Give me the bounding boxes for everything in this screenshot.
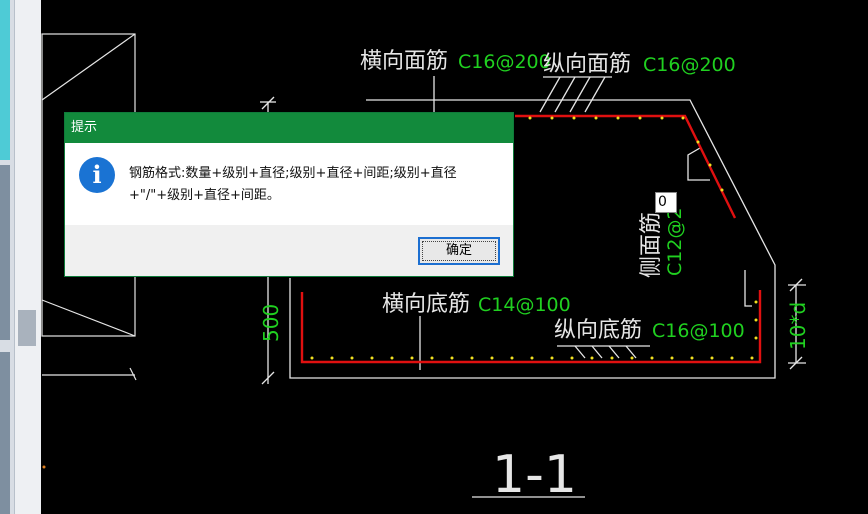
rebar-top bbox=[515, 114, 737, 219]
dialog-message-line: 钢筋格式:数量+级别+直径;级别+直径+间距;级别+直径 bbox=[129, 166, 457, 181]
dim-height-text: 500 bbox=[259, 304, 283, 342]
leader-tick bbox=[554, 76, 576, 113]
left-dim-tick bbox=[129, 367, 137, 381]
leader-tick bbox=[539, 76, 561, 113]
ok-button[interactable]: 确定 bbox=[418, 237, 500, 265]
left-diagonal bbox=[41, 299, 136, 337]
leader-anchor bbox=[744, 270, 752, 307]
dialog-message: 钢筋格式:数量+级别+直径;级别+直径+间距;级别+直径 +"/"+级别+直径+… bbox=[129, 163, 509, 207]
transverse-top-label: 横向面筋 bbox=[360, 49, 448, 74]
dialog-body: i 钢筋格式:数量+级别+直径;级别+直径+间距;级别+直径 +"/"+级别+直… bbox=[65, 143, 513, 225]
info-icon: i bbox=[79, 157, 115, 193]
section-title: 1-1 bbox=[492, 445, 577, 505]
transverse-bottom-value: C14@100 bbox=[478, 294, 571, 316]
focus-ring bbox=[422, 241, 496, 261]
leader-tick bbox=[584, 76, 606, 113]
dialog-message-line: +"/"+级别+直径+间距。 bbox=[129, 188, 280, 203]
longitudinal-top-label: 纵向面筋 bbox=[543, 52, 631, 77]
left-diagonal bbox=[41, 33, 136, 101]
longitudinal-bottom-value: C16@100 bbox=[652, 320, 745, 342]
prompt-dialog: 提示 i 钢筋格式:数量+级别+直径;级别+直径+间距;级别+直径 +"/"+级… bbox=[64, 112, 514, 277]
dialog-footer: 确定 bbox=[65, 225, 513, 276]
leader-tick bbox=[574, 345, 586, 359]
cursor-mark bbox=[42, 465, 46, 469]
longitudinal-bottom-label: 纵向底筋 bbox=[554, 318, 642, 343]
transverse-top-value: C16@200 bbox=[458, 51, 551, 73]
side-label: 侧面筋 bbox=[639, 212, 664, 278]
longitudinal-top-value: C16@200 bbox=[643, 54, 736, 76]
leader-tick bbox=[608, 345, 620, 359]
leader-tick bbox=[625, 345, 637, 359]
leader-tick bbox=[569, 76, 591, 113]
transverse-bottom-label: 横向底筋 bbox=[382, 292, 470, 317]
dialog-titlebar[interactable]: 提示 bbox=[65, 113, 513, 143]
side-value: C12@2 bbox=[664, 207, 686, 276]
dim-anchor-text: 10*d bbox=[786, 302, 810, 350]
inplace-edit-input[interactable]: 0 bbox=[655, 192, 677, 213]
leader-tick bbox=[591, 345, 603, 359]
dialog-title: 提示 bbox=[71, 120, 98, 135]
leader-side bbox=[687, 147, 710, 181]
